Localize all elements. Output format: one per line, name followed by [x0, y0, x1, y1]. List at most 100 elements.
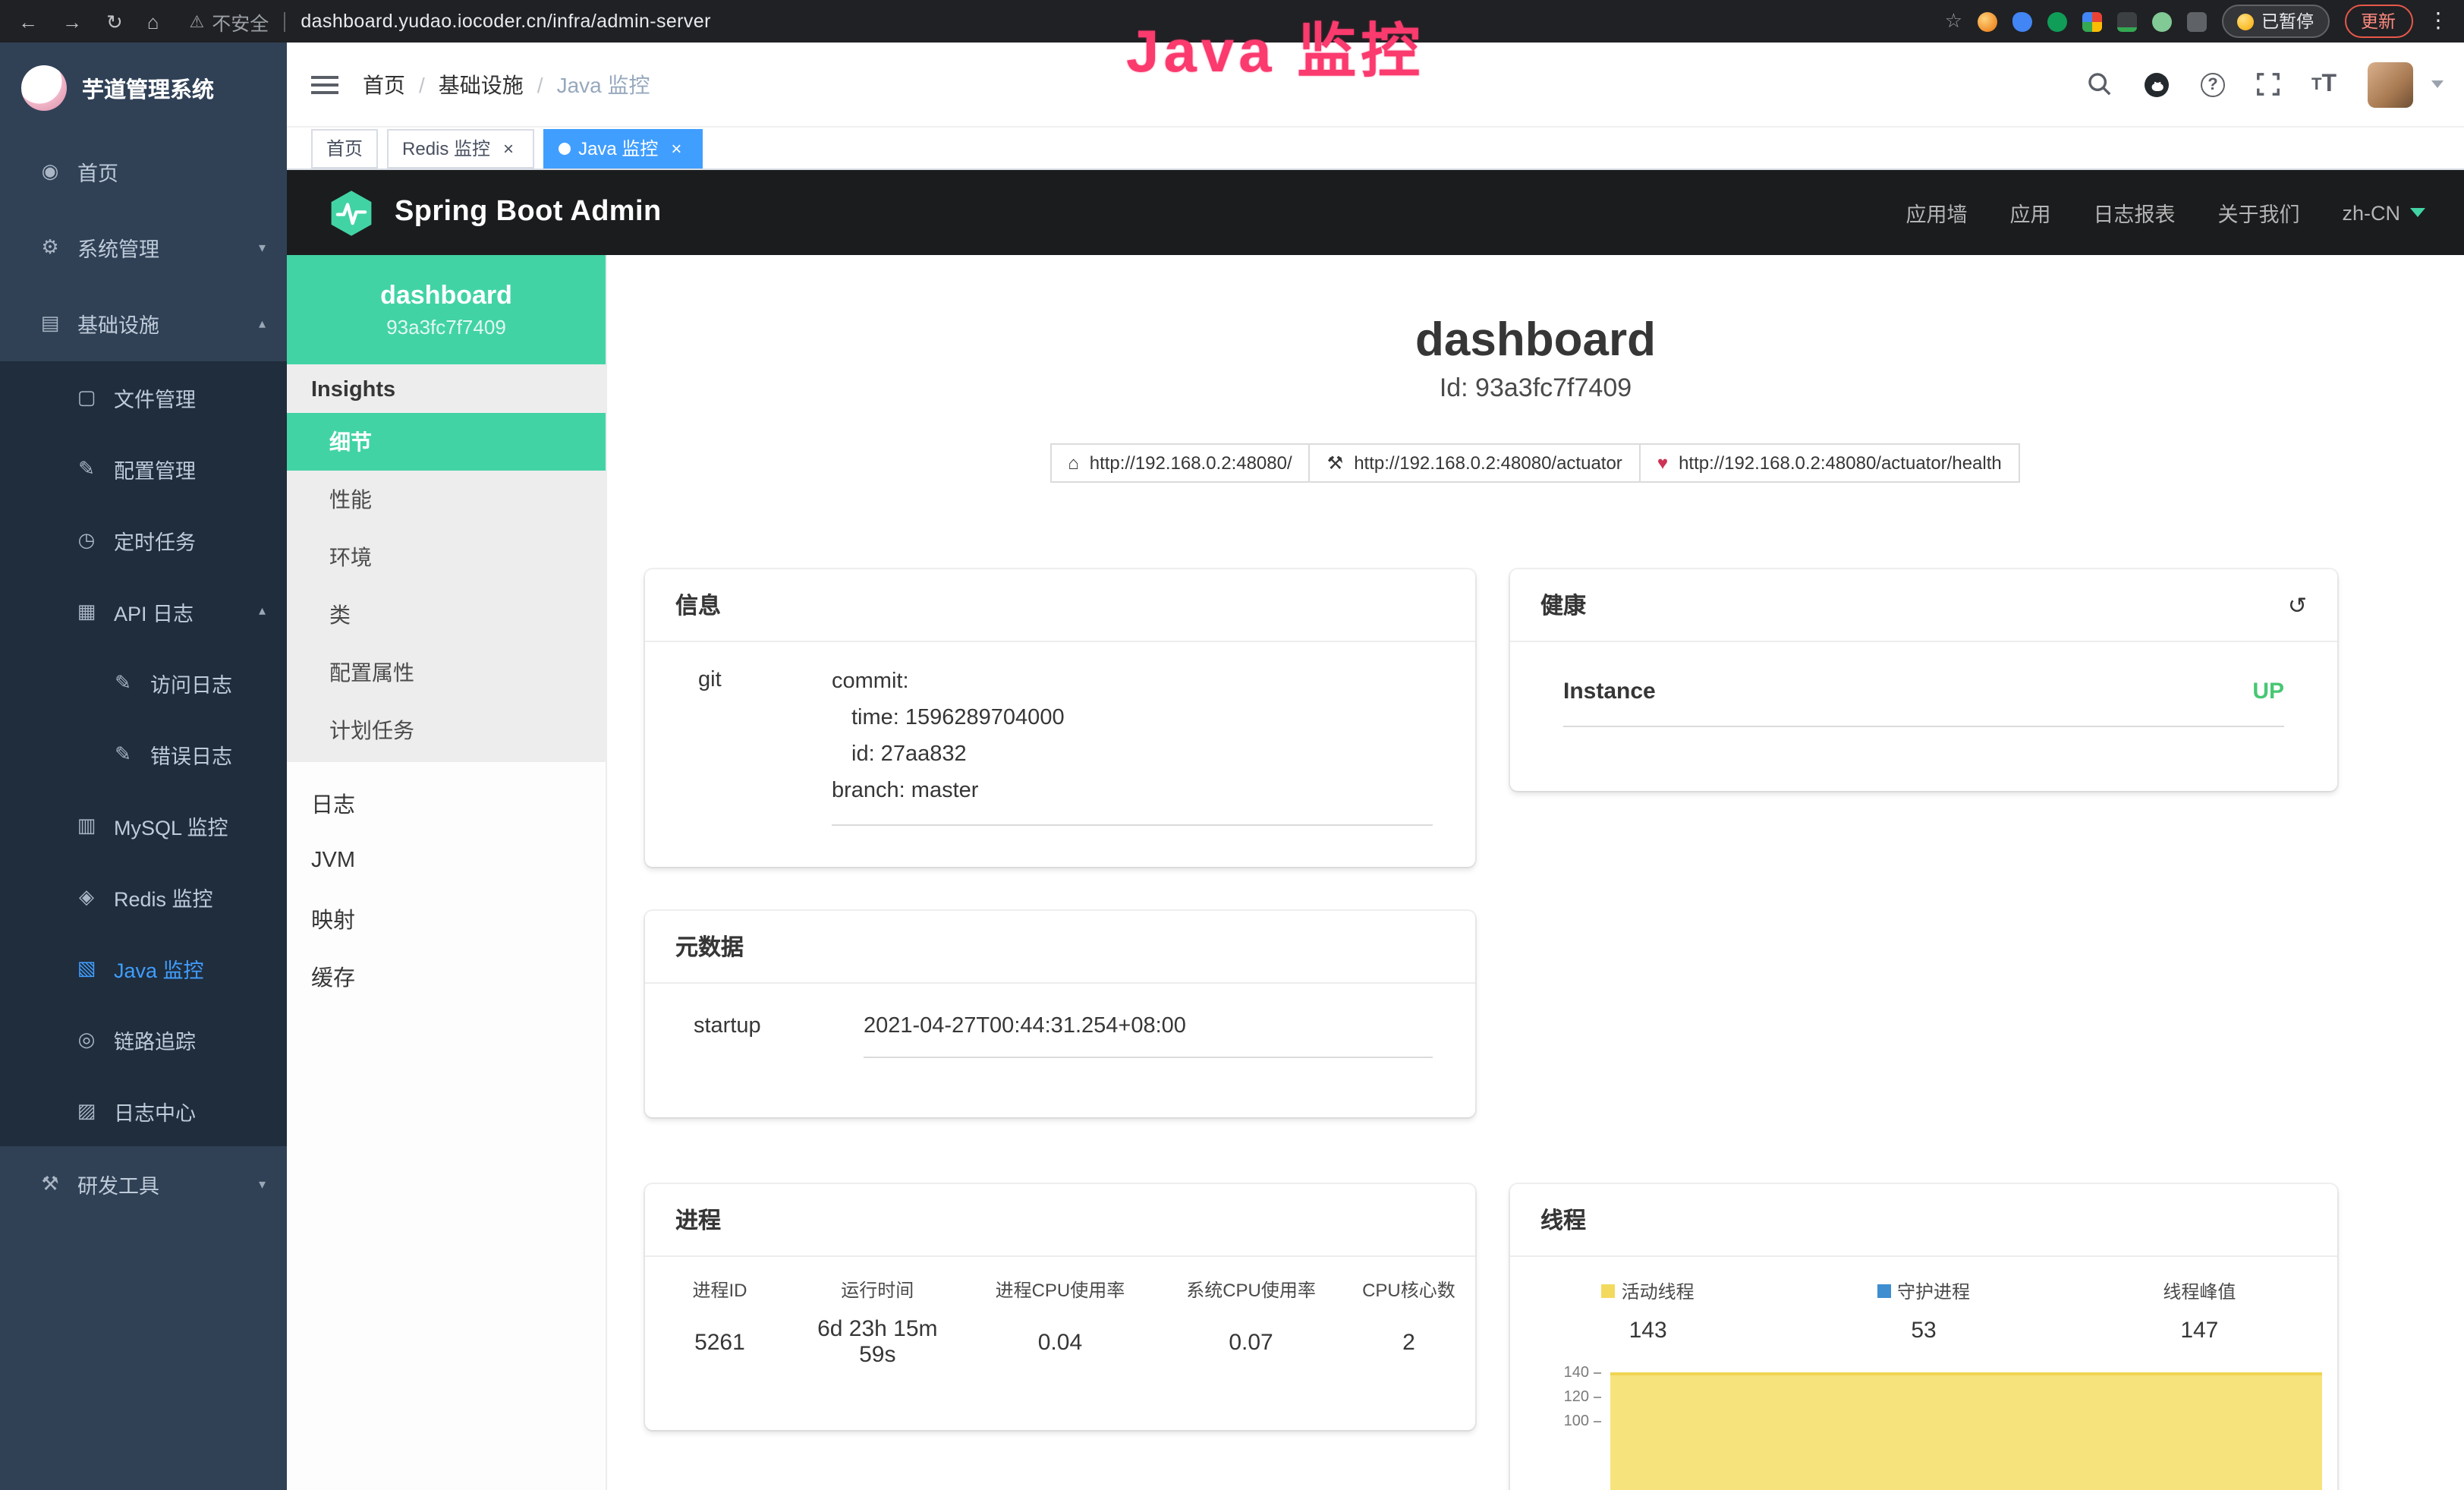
sba-nav-applications[interactable]: 应用 — [2009, 197, 2050, 228]
sba-nav-wallboard[interactable]: 应用墙 — [1905, 197, 1967, 228]
reload-icon[interactable] — [106, 11, 123, 31]
thread-legend: 活动线程 143 守护进程 53 线程峰值 147 — [1510, 1278, 2337, 1344]
close-icon[interactable] — [498, 137, 519, 159]
sidebar-item-scheduled-tasks[interactable]: 定时任务 — [0, 504, 287, 575]
sba-menu-loggers[interactable]: 日志 — [287, 774, 606, 832]
access-log-icon — [109, 670, 137, 695]
extension-icon[interactable] — [2082, 11, 2102, 31]
insights-section: Insights 细节 性能 环境 类 配置属性 计划任务 — [287, 364, 606, 762]
app-logo[interactable]: 芋道管理系统 — [0, 43, 287, 134]
sba-menu-details[interactable]: 细节 — [287, 413, 606, 471]
legend-swatch-blue — [1877, 1284, 1891, 1298]
sba-menu-caches[interactable]: 缓存 — [287, 947, 606, 1005]
search-icon[interactable] — [2087, 71, 2113, 97]
process-table: 进程ID 运行时间 进程CPU使用率 系统CPU使用率 CPU核心数 5261 … — [645, 1275, 1475, 1369]
locale-select[interactable]: zh-CN — [2342, 201, 2425, 224]
sidebar-item-api-logs[interactable]: API 日志 — [0, 575, 287, 647]
process-card-title: 进程 — [675, 1204, 721, 1236]
legend-peak-threads: 线程峰值 147 — [2062, 1278, 2337, 1344]
info-row-value: commit: time: 1596289704000 id: 27aa832 … — [832, 663, 1433, 826]
trace-icon — [73, 1027, 100, 1051]
tag-tab-bar: 首页 Redis 监控 Java 监控 — [287, 128, 2464, 170]
metadata-row-value: 2021-04-27T00:44:31.254+08:00 — [864, 1014, 1433, 1058]
sba-menu-jvm[interactable]: JVM — [287, 832, 606, 890]
tools-icon — [36, 1172, 64, 1196]
sidebar-item-file-management[interactable]: 文件管理 — [0, 361, 287, 433]
extension-icon[interactable] — [2187, 11, 2207, 31]
actuator-url-link[interactable]: http://192.168.0.2:48080/actuator — [1309, 443, 1641, 483]
file-icon — [73, 385, 100, 409]
browser-home-icon[interactable] — [147, 11, 159, 31]
sba-menu-mappings[interactable]: 映射 — [287, 890, 606, 947]
health-url-link[interactable]: http://192.168.0.2:48080/actuator/health — [1639, 443, 2020, 483]
tab-redis-monitor[interactable]: Redis 监控 — [387, 128, 534, 168]
extension-icon[interactable] — [2047, 11, 2067, 31]
sidebar-item-config-management[interactable]: 配置管理 — [0, 433, 287, 504]
github-icon[interactable] — [2143, 71, 2170, 98]
paused-badge[interactable]: 已暂停 — [2222, 5, 2329, 38]
chevron-up-icon — [259, 315, 266, 332]
sba-brand[interactable]: Spring Boot Admin — [326, 187, 662, 238]
service-url-link[interactable]: http://192.168.0.2:48080/ — [1049, 443, 1310, 483]
sba-nav-about[interactable]: 关于我们 — [2217, 197, 2299, 228]
sba-nav-journal[interactable]: 日志报表 — [2093, 197, 2175, 228]
fullscreen-icon[interactable] — [2255, 71, 2281, 97]
sba-sections: 日志 JVM 映射 缓存 — [287, 774, 606, 1005]
extension-icon[interactable] — [2117, 11, 2137, 31]
back-icon[interactable] — [18, 11, 38, 31]
tab-java-monitor[interactable]: Java 监控 — [543, 128, 702, 168]
config-icon — [73, 456, 100, 480]
sba-menu-classes[interactable]: 类 — [287, 586, 606, 644]
infrastructure-submenu: 文件管理 配置管理 定时任务 API 日志 访问日志 — [0, 361, 287, 1146]
hamburger-icon[interactable] — [311, 75, 338, 93]
sidebar-item-dev-tools[interactable]: 研发工具 — [0, 1146, 287, 1222]
threads-chart-area — [1610, 1372, 2322, 1490]
bookmark-star-icon[interactable] — [1945, 9, 1962, 33]
font-size-icon[interactable] — [2311, 71, 2337, 98]
sidebar-item-infrastructure[interactable]: 基础设施 — [0, 285, 287, 361]
extension-icon[interactable] — [2152, 11, 2172, 31]
sba-menu-scheduled-tasks[interactable]: 计划任务 — [287, 701, 606, 759]
breadcrumb-home[interactable]: 首页 — [363, 69, 439, 99]
sba-menu-config-props[interactable]: 配置属性 — [287, 644, 606, 701]
close-icon[interactable] — [666, 137, 687, 159]
extension-icon[interactable] — [2012, 11, 2032, 31]
chevron-down-icon — [259, 239, 266, 256]
sba-menu-environment[interactable]: 环境 — [287, 528, 606, 586]
logo-avatar-icon — [21, 65, 67, 111]
url-text: dashboard.yudao.iocoder.cn/infra/admin-s… — [301, 11, 711, 32]
update-button[interactable]: 更新 — [2344, 5, 2412, 38]
breadcrumb-current: Java 监控 — [557, 69, 650, 99]
sba-header: Spring Boot Admin 应用墙 应用 日志报表 关于我们 zh-CN — [287, 170, 2464, 255]
info-card: 信息 git commit: time: 1596289704000 id: 2… — [645, 569, 1475, 867]
metadata-card: 元数据 startup 2021-04-27T00:44:31.254+08:0… — [645, 911, 1475, 1117]
sba-menu-metrics[interactable]: 性能 — [287, 471, 606, 528]
breadcrumb-infrastructure[interactable]: 基础设施 — [439, 69, 557, 99]
sidebar-item-redis-monitor[interactable]: Redis 监控 — [0, 861, 287, 932]
error-log-icon — [109, 742, 137, 766]
sidebar-item-access-logs[interactable]: 访问日志 — [0, 647, 287, 718]
sidebar-item-log-center[interactable]: 日志中心 — [0, 1075, 287, 1146]
security-label: 不安全 — [212, 7, 269, 36]
sidebar-item-home[interactable]: 首页 — [0, 134, 287, 209]
address-bar[interactable]: 不安全 dashboard.yudao.iocoder.cn/infra/adm… — [190, 7, 711, 36]
threads-card: 线程 活动线程 143 守护进程 53 — [1510, 1184, 2337, 1490]
sidebar-item-java-monitor[interactable]: Java 监控 — [0, 932, 287, 1003]
java-icon — [73, 956, 100, 980]
help-icon[interactable] — [2201, 72, 2225, 96]
chevron-up-icon — [259, 603, 266, 619]
sidebar-item-mysql-monitor[interactable]: MySQL 监控 — [0, 789, 287, 861]
sidebar-item-error-logs[interactable]: 错误日志 — [0, 718, 287, 789]
browser-menu-icon[interactable] — [2428, 9, 2449, 33]
warning-icon — [190, 11, 212, 32]
tab-home[interactable]: 首页 — [311, 128, 378, 168]
legend-live-threads: 活动线程 143 — [1510, 1278, 1786, 1344]
history-icon[interactable] — [2288, 591, 2307, 619]
avatar-caret-icon[interactable] — [2431, 80, 2443, 88]
health-instance-label: Instance — [1563, 679, 1656, 704]
user-avatar[interactable] — [2367, 61, 2412, 107]
sidebar-item-system-management[interactable]: 系统管理 — [0, 209, 287, 285]
forward-icon[interactable] — [62, 11, 82, 31]
sidebar-item-link-tracing[interactable]: 链路追踪 — [0, 1003, 287, 1075]
extension-icon[interactable] — [1978, 11, 1997, 31]
